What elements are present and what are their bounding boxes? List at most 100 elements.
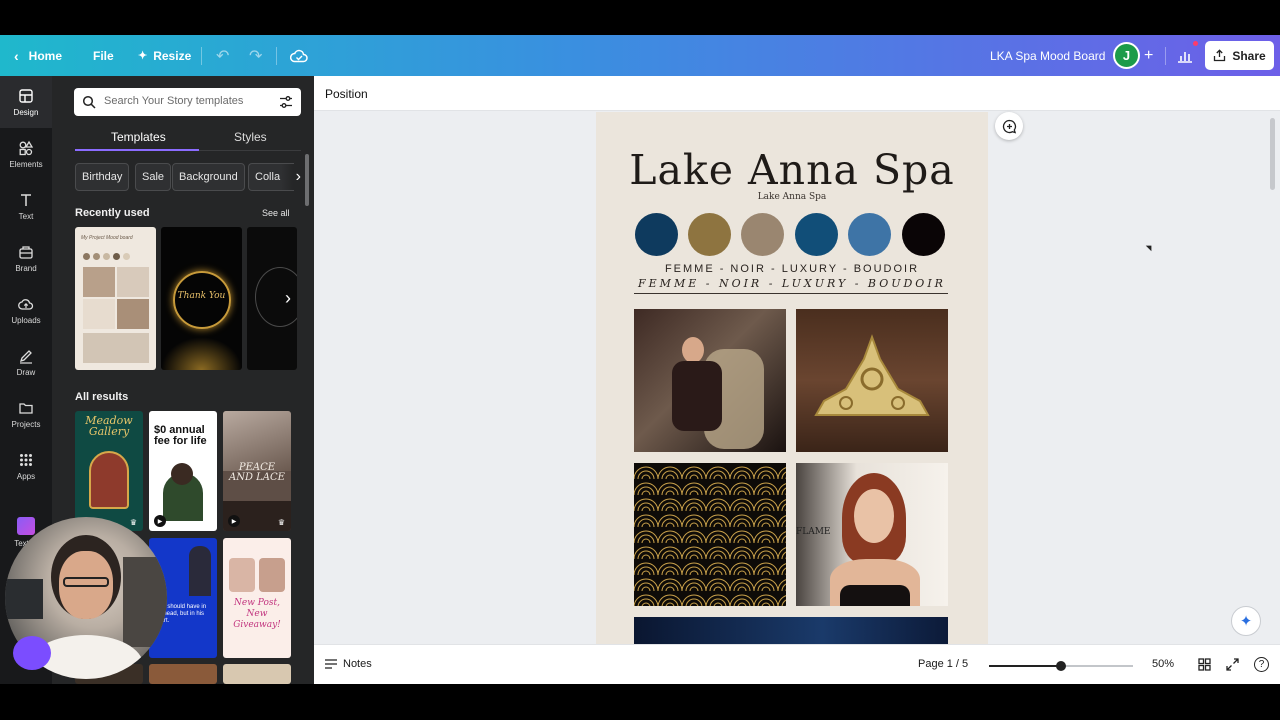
avatar[interactable]: J <box>1113 42 1140 69</box>
webcam-mic-bubble <box>13 636 51 670</box>
zoom-level[interactable]: 50% <box>1152 658 1174 670</box>
rail-item-design[interactable]: Design <box>0 76 52 128</box>
template-thumb-partial[interactable] <box>149 664 217 684</box>
canvas-scrollbar[interactable] <box>1270 118 1275 190</box>
file-label: File <box>93 48 114 63</box>
page-subtitle[interactable]: Lake Anna Spa <box>596 192 988 202</box>
rail-item-projects[interactable]: Projects <box>0 388 52 440</box>
rail-item-text[interactable]: Text <box>0 180 52 232</box>
chip-background[interactable]: Background <box>172 163 245 191</box>
draw-icon <box>19 349 32 364</box>
tab-styles[interactable]: Styles <box>234 130 267 144</box>
photo-woman-portrait[interactable]: FLAME <box>796 463 948 606</box>
chips-next-arrow-icon[interactable]: › <box>281 164 301 190</box>
resize-button[interactable]: ✦ Resize <box>138 35 191 76</box>
tagline-italic[interactable]: FEMME - NOIR - LUXURY - BOUDOIR <box>596 277 988 290</box>
rail-item-draw[interactable]: Draw <box>0 336 52 388</box>
template-thumb-peace-and-lace[interactable]: PEACE AND LACE ▶ ♛ <box>223 411 291 531</box>
notes-button[interactable]: Notes <box>325 658 372 670</box>
add-comment-icon[interactable] <box>995 112 1023 140</box>
design-icon <box>19 88 33 103</box>
grid-view-icon[interactable] <box>1198 658 1211 676</box>
folder-icon <box>19 402 33 414</box>
all-results-title: All results <box>75 391 129 403</box>
color-swatch-4[interactable] <box>795 213 838 256</box>
share-label: Share <box>1232 48 1266 63</box>
chip-birthday[interactable]: Birthday <box>75 163 130 191</box>
document-title[interactable]: LKA Spa Mood Board <box>990 35 1105 76</box>
photo-woman-chair[interactable] <box>634 309 786 452</box>
canvas-area: Position Lake Anna Spa Lake Anna Spa FEM… <box>314 76 1280 684</box>
thumb-caption: Meadow Gallery <box>85 414 133 438</box>
color-swatch-5[interactable] <box>848 213 891 256</box>
color-swatch-2[interactable] <box>688 213 731 256</box>
apps-icon <box>20 453 32 466</box>
color-swatch-1[interactable] <box>635 213 678 256</box>
template-thumb-meadow-gallery[interactable]: Meadow Gallery ♛ <box>75 411 143 531</box>
text-to-image-icon <box>17 516 35 535</box>
recently-used-title: Recently used <box>75 207 150 219</box>
search-input[interactable] <box>104 95 274 107</box>
rail-label: Text <box>18 211 34 221</box>
rail-item-brand[interactable]: Brand <box>0 232 52 284</box>
chip-sale[interactable]: Sale <box>135 163 172 191</box>
mouse-cursor <box>1145 242 1155 252</box>
chevron-left-icon: ‹ <box>14 47 19 64</box>
tagline[interactable]: FEMME - NOIR - LUXURY - BOUDOIR <box>596 263 988 275</box>
template-thumb-mood-board[interactable]: My Project Mood board <box>75 227 156 370</box>
share-button[interactable]: Share <box>1205 41 1274 70</box>
rail-item-elements[interactable]: Elements <box>0 128 52 180</box>
file-menu-button[interactable]: File <box>93 35 114 76</box>
thumb-caption: New Post, New Giveaway! <box>233 598 281 630</box>
toolbar-divider <box>1165 47 1166 65</box>
recent-next-arrow-icon[interactable]: › <box>278 287 298 309</box>
template-thumb-partial[interactable] <box>223 664 291 684</box>
thumb-swatches <box>83 253 130 260</box>
design-page[interactable]: Lake Anna Spa Lake Anna Spa FEMME - NOIR… <box>596 112 988 644</box>
tab-label: Templates <box>111 130 166 144</box>
back-home-button[interactable]: ‹ Home <box>14 35 62 76</box>
rail-item-uploads[interactable]: Uploads <box>0 284 52 336</box>
template-thumb-annual-fee[interactable]: $0 annual fee for life ▶ <box>149 411 217 531</box>
uploads-icon <box>18 298 34 310</box>
context-toolbar: Position <box>314 76 1280 111</box>
color-swatch-3[interactable] <box>741 213 784 256</box>
magic-assistant-icon[interactable]: ✦ <box>1231 606 1261 636</box>
chip-label: Colla <box>255 171 281 183</box>
color-swatch-6[interactable] <box>902 213 945 256</box>
crown-icon: ♛ <box>277 518 285 527</box>
fullscreen-icon[interactable] <box>1226 658 1239 676</box>
thumb-caption: My Project Mood board <box>81 235 133 241</box>
sparkle-icon: ✦ <box>138 50 148 62</box>
insights-chart-icon[interactable] <box>1177 35 1193 76</box>
undo-icon[interactable]: ↶ <box>216 35 229 76</box>
position-button[interactable]: Position <box>325 87 368 101</box>
rail-item-apps[interactable]: Apps <box>0 440 52 492</box>
art-deco-pattern <box>634 463 786 606</box>
zoom-slider-knob[interactable] <box>1056 661 1066 671</box>
search-icon <box>82 95 96 109</box>
top-toolbar: ‹ Home File ✦ Resize ↶ ↷ LKA Spa Mood Bo… <box>0 35 1280 76</box>
avatar-initial: J <box>1122 48 1131 63</box>
photo-gold-ornament[interactable] <box>796 309 948 452</box>
page-title[interactable]: Lake Anna Spa <box>596 146 988 194</box>
help-icon[interactable]: ? <box>1254 657 1269 672</box>
redo-icon[interactable]: ↷ <box>249 35 262 76</box>
document-title-text: LKA Spa Mood Board <box>990 48 1106 63</box>
add-collaborator-icon[interactable]: + <box>1144 35 1153 76</box>
template-thumb-thank-you[interactable]: Thank You <box>161 227 242 370</box>
panel-scrollbar[interactable] <box>305 154 309 206</box>
rail-label: Uploads <box>11 315 41 325</box>
photo-art-deco-pattern[interactable] <box>634 463 786 606</box>
share-icon <box>1214 49 1226 62</box>
photo-blue-texture[interactable] <box>634 617 948 644</box>
tab-templates[interactable]: Templates <box>111 130 166 144</box>
template-thumb-giveaway[interactable]: New Post, New Giveaway! <box>223 538 291 658</box>
see-all-link[interactable]: See all <box>262 208 290 218</box>
chip-label: Birthday <box>82 171 123 183</box>
search-box[interactable] <box>74 88 301 116</box>
page-indicator[interactable]: Page 1 / 5 <box>918 658 968 670</box>
cloud-save-icon[interactable] <box>290 35 308 76</box>
thumb-caption: Thank You <box>177 291 226 301</box>
filter-sliders-icon[interactable] <box>279 95 293 109</box>
